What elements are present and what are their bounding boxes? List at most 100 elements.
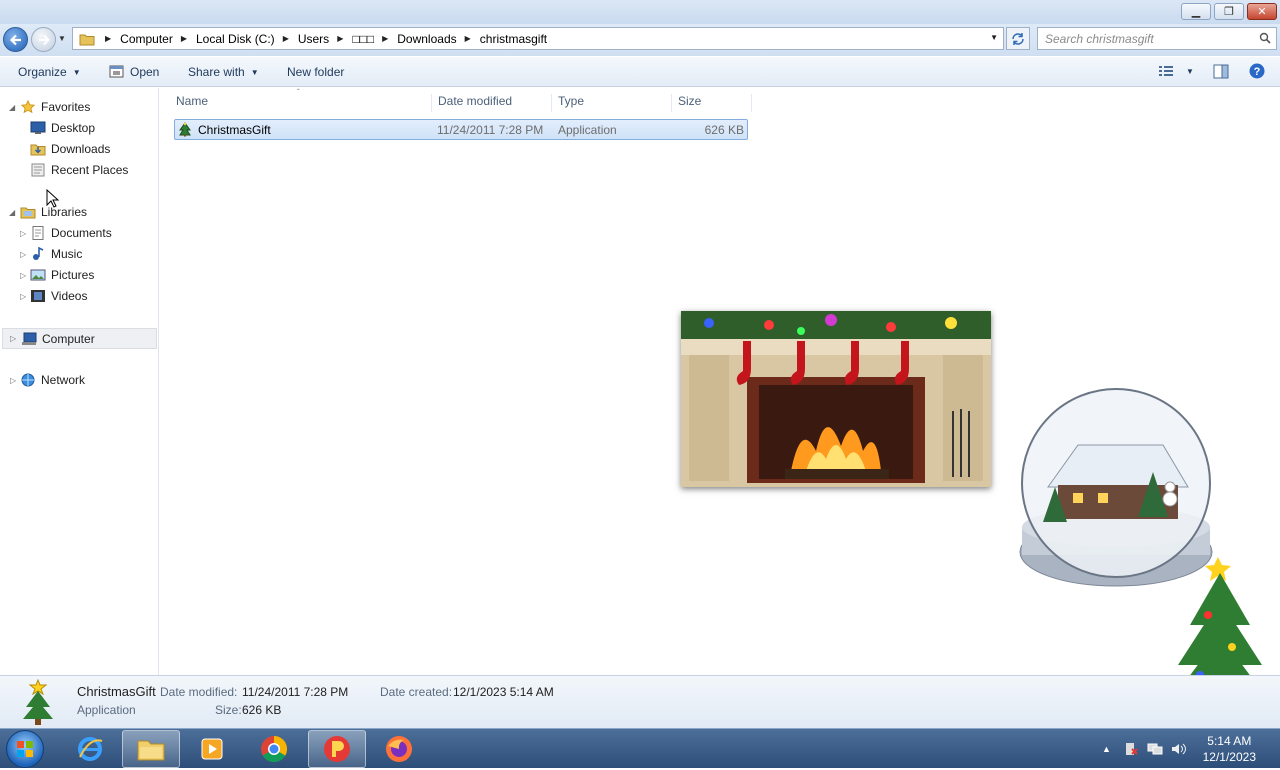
column-header-date-modified[interactable]: Date modified (432, 94, 552, 112)
volume-icon[interactable] (1171, 742, 1187, 756)
nav-favorites[interactable]: ◢ Favorites (9, 97, 91, 117)
nav-documents[interactable]: ▷ Documents (20, 223, 112, 243)
expand-arrow-icon[interactable]: ▷ (20, 292, 26, 301)
libraries-icon (20, 207, 36, 219)
back-button[interactable] (3, 27, 28, 52)
nav-computer[interactable]: ▷ Computer (2, 328, 157, 349)
new-folder-button[interactable]: New folder (287, 65, 344, 79)
expand-arrow-icon[interactable]: ▷ (20, 250, 26, 259)
breadcrumb[interactable]: ▶ christmasgift (465, 32, 548, 46)
details-pane: ChristmasGift Application Date modified:… (0, 675, 1280, 728)
videos-icon (31, 290, 45, 302)
taskbar-chrome-button[interactable] (245, 730, 303, 768)
nav-music[interactable]: ▷ Music (20, 244, 83, 264)
date-modified-value: 11/24/2011 7:28 PM (242, 685, 349, 699)
nav-label: Computer (42, 331, 95, 346)
share-with-button[interactable]: Share with ▼ (188, 65, 259, 79)
nav-videos[interactable]: ▷ Videos (20, 286, 88, 306)
network-status-icon[interactable] (1147, 742, 1163, 756)
breadcrumb[interactable]: ▶ □□□ (337, 32, 374, 46)
help-button[interactable]: ? (1249, 63, 1265, 79)
date-created-label: Date created: (380, 685, 453, 699)
breadcrumb[interactable]: ▶ Computer (105, 32, 173, 46)
preview-pane-button[interactable] (1213, 64, 1229, 79)
nav-pictures[interactable]: ▷ Pictures (20, 265, 95, 285)
nav-label: Videos (51, 289, 88, 303)
column-header-size[interactable]: Size (672, 94, 752, 112)
maximize-button[interactable]: ❐ (1214, 3, 1244, 20)
desktop-icon (30, 121, 46, 134)
date-modified-label: Date modified: (160, 685, 238, 699)
action-center-icon[interactable] (1124, 742, 1138, 756)
chrome-icon (261, 735, 288, 763)
refresh-button[interactable] (1006, 27, 1030, 50)
downloads-folder-icon (30, 144, 46, 156)
star-icon (20, 100, 36, 114)
search-icon[interactable] (1259, 32, 1271, 44)
explorer-icon (137, 740, 165, 761)
file-row[interactable]: ChristmasGift 11/24/2011 7:28 PM Applica… (174, 119, 748, 140)
nav-downloads[interactable]: Downloads (30, 139, 110, 159)
svg-text:?: ? (1254, 66, 1261, 78)
search-input[interactable]: Search christmasgift (1037, 27, 1277, 50)
clock-time: 5:14 AM (1207, 734, 1252, 748)
breadcrumb[interactable]: ▶ Downloads (382, 32, 457, 46)
media-player-icon (201, 738, 223, 760)
open-button[interactable]: Open (109, 65, 159, 79)
breadcrumb[interactable]: ▶ Users (283, 32, 330, 46)
christmas-tree-icon (23, 679, 53, 725)
column-header-name[interactable]: Name (170, 94, 432, 112)
address-bar[interactable]: ▶ Computer ▶ Local Disk (C:) ▶ Users ▶ □□□ ▶… (72, 27, 1004, 50)
minimize-button[interactable]: ▁ (1181, 3, 1211, 20)
show-hidden-icons-button[interactable]: ▲ (1102, 744, 1111, 754)
address-row: ▼ ▶ Computer ▶ Local Disk (C:) ▶ Users ▶ □□□… (0, 24, 1280, 56)
nav-label: Pictures (51, 268, 95, 282)
folder-icon (79, 34, 95, 45)
taskbar-ie-button[interactable] (61, 730, 119, 768)
start-button[interactable] (6, 730, 44, 768)
expand-arrow-icon[interactable]: ▷ (20, 271, 26, 280)
date-created-value: 12/1/2023 5:14 AM (453, 685, 554, 699)
nav-recent-places[interactable]: Recent Places (30, 160, 128, 180)
system-clock[interactable]: 5:14 AM 12/1/2023 (1203, 733, 1256, 765)
fireplace-gadget[interactable] (681, 311, 991, 487)
details-file-type: Application (77, 703, 136, 717)
computer-icon (22, 332, 37, 345)
nav-label: Recent Places (51, 163, 129, 177)
view-list-icon (1159, 66, 1173, 76)
breadcrumb[interactable]: ▶ Local Disk (C:) (181, 32, 275, 46)
nav-label: Network (41, 373, 86, 387)
recent-pages-dropdown[interactable]: ▼ (58, 34, 66, 43)
mouse-cursor-icon (46, 189, 60, 208)
organize-button[interactable]: Organize ▼ (18, 65, 81, 79)
taskbar-firefox-button[interactable] (370, 730, 428, 768)
expand-arrow-icon[interactable]: ◢ (9, 208, 15, 217)
expand-arrow-icon[interactable]: ▷ (20, 229, 26, 238)
network-icon (21, 373, 35, 387)
address-history-dropdown[interactable]: ▼ (990, 33, 998, 42)
nav-label: Music (51, 247, 83, 261)
taskbar-app-button[interactable] (308, 730, 366, 768)
expand-arrow-icon[interactable]: ◢ (9, 103, 15, 112)
size-label: Size: (215, 703, 242, 717)
preview-pane-icon (1213, 64, 1229, 79)
taskbar: ▲ 5:14 AM 12/1/2023 (0, 728, 1280, 768)
title-bar: ▁ ❐ ✕ (0, 0, 1280, 24)
nav-desktop[interactable]: Desktop (30, 118, 95, 138)
music-icon (33, 247, 44, 260)
forward-button[interactable] (31, 27, 56, 52)
taskbar-explorer-button[interactable] (122, 730, 180, 768)
documents-icon (32, 226, 44, 240)
column-header-type[interactable]: Type (552, 94, 672, 112)
app-icon (324, 736, 350, 762)
nav-network[interactable]: ▷ Network (10, 370, 86, 390)
close-button[interactable]: ✕ (1247, 3, 1277, 20)
nav-label: Favorites (41, 100, 91, 114)
file-type: Application (558, 123, 617, 137)
navigation-pane: ◢ Favorites Desktop Downloads Recent Pla… (0, 88, 159, 675)
expand-arrow-icon[interactable]: ▷ (10, 376, 16, 385)
expand-arrow-icon[interactable]: ▷ (10, 334, 16, 343)
file-size: 626 KB (704, 123, 744, 137)
change-view-button[interactable]: ▼ (1158, 64, 1194, 78)
taskbar-media-player-button[interactable] (183, 730, 241, 768)
